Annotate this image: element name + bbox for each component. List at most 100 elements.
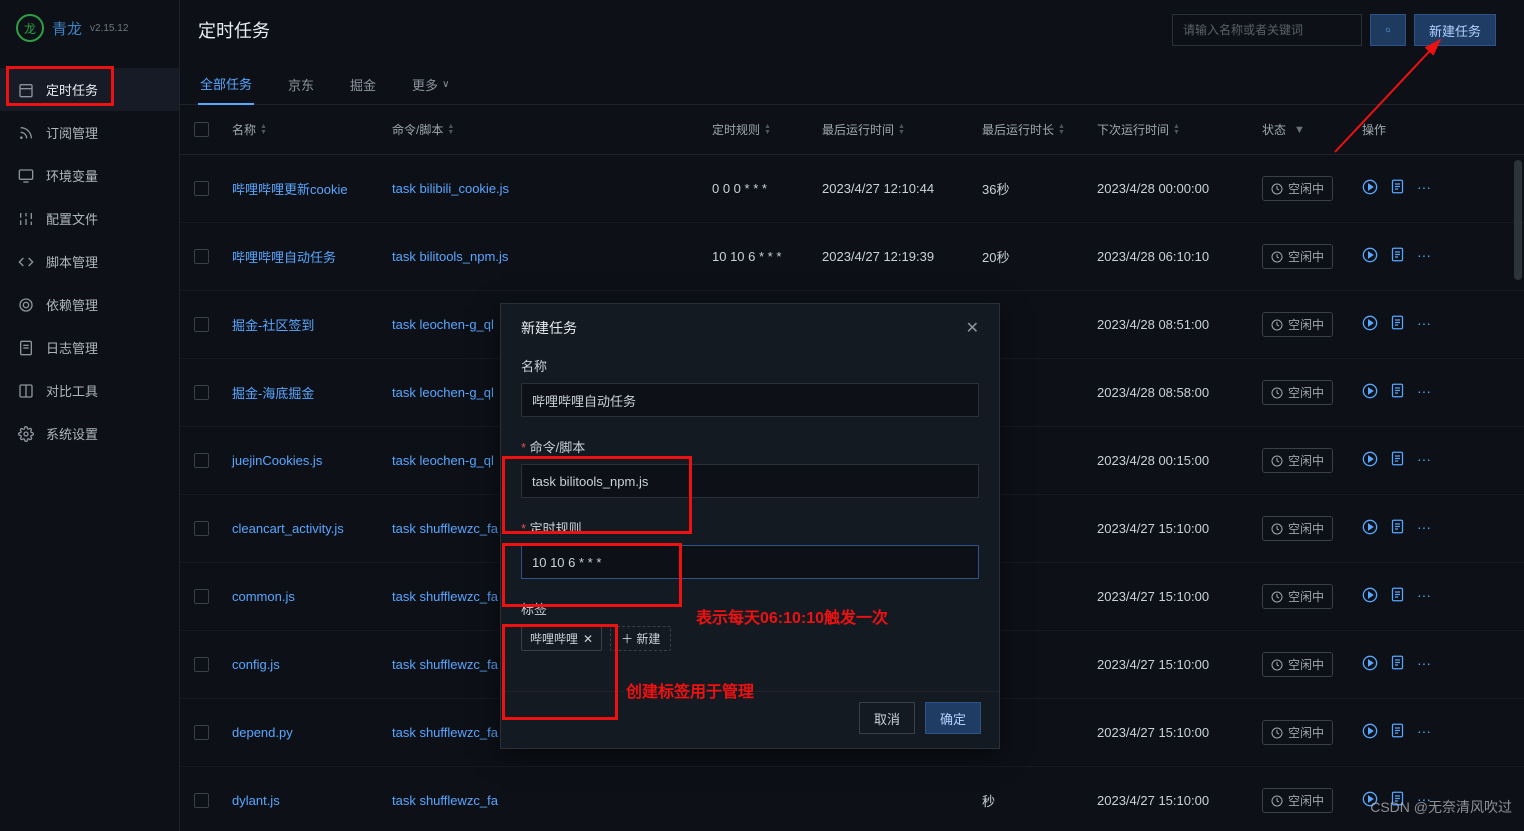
sidebar-item-rss[interactable]: 订阅管理 [0,111,179,154]
task-cmd-link[interactable]: task bilitools_npm.js [392,249,712,264]
cron-label: 定时规则 [521,518,979,537]
new-task-button[interactable]: 新建任务 [1414,14,1496,46]
scrollbar[interactable] [1514,160,1524,800]
run-icon[interactable] [1362,723,1378,742]
sort-icon[interactable]: ▲▼ [1058,124,1065,136]
sort-icon[interactable]: ▲▼ [260,124,267,136]
task-name-link[interactable]: 掘金-海底掘金 [232,383,392,402]
tab-全部任务[interactable]: 全部任务 [198,64,254,105]
sidebar-item-settings[interactable]: 系统设置 [0,412,179,455]
row-checkbox[interactable] [194,589,209,604]
log-icon[interactable] [1390,247,1405,266]
sort-icon[interactable]: ▲▼ [764,124,771,136]
task-name-link[interactable]: config.js [232,657,392,672]
log-icon[interactable] [1390,655,1405,674]
more-icon[interactable]: ··· [1417,519,1431,538]
run-icon[interactable] [1362,315,1378,334]
run-icon[interactable] [1362,247,1378,266]
sort-icon[interactable]: ▲▼ [898,124,905,136]
sidebar-item-sliders[interactable]: 配置文件 [0,197,179,240]
tab-掘金[interactable]: 掘金 [348,64,378,104]
search-input[interactable] [1172,14,1362,46]
run-icon[interactable] [1362,519,1378,538]
filter-icon[interactable]: ▼ [1294,124,1305,136]
cron-input[interactable] [521,545,979,579]
sidebar-item-calendar[interactable]: 定时任务 [0,68,179,111]
row-checkbox[interactable] [194,725,209,740]
sidebar-item-file-text[interactable]: 日志管理 [0,326,179,369]
run-icon[interactable] [1362,655,1378,674]
row-checkbox[interactable] [194,181,209,196]
tags-label: 标签 [521,599,979,618]
run-icon[interactable] [1362,383,1378,402]
more-icon[interactable]: ··· [1417,451,1431,470]
rss-icon [18,125,34,141]
row-checkbox[interactable] [194,521,209,536]
cron-cell: 10 10 6 * * * [712,249,822,264]
log-icon[interactable] [1390,179,1405,198]
tab-更多[interactable]: 更多 ∨ [410,64,451,104]
more-icon[interactable]: ··· [1417,247,1431,266]
row-checkbox[interactable] [194,249,209,264]
run-icon[interactable] [1362,179,1378,198]
select-all-checkbox[interactable] [194,122,209,137]
task-name-link[interactable]: cleancart_activity.js [232,521,392,536]
more-icon[interactable]: ··· [1417,315,1431,334]
row-actions: ··· [1362,723,1472,742]
more-icon[interactable]: ··· [1417,587,1431,606]
task-cmd-link[interactable]: task shufflewzc_fa [392,793,712,808]
search-button[interactable] [1370,14,1406,46]
row-checkbox[interactable] [194,453,209,468]
task-name-link[interactable]: 掘金-社区签到 [232,315,392,334]
tag-chip[interactable]: 哔哩哔哩✕ [521,626,602,651]
task-name-link[interactable]: dylant.js [232,793,392,808]
log-icon[interactable] [1390,315,1405,334]
cmd-input[interactable] [521,464,979,498]
add-tag-button[interactable]: ＋ 新建 [610,626,671,651]
sidebar-item-package[interactable]: 依赖管理 [0,283,179,326]
more-icon[interactable]: ··· [1417,383,1431,402]
more-icon[interactable]: ··· [1417,655,1431,674]
log-icon[interactable] [1390,587,1405,606]
sidebar-item-columns[interactable]: 对比工具 [0,369,179,412]
run-icon[interactable] [1362,451,1378,470]
tab-京东[interactable]: 京东 [286,64,316,104]
log-icon[interactable] [1390,383,1405,402]
next-run-cell: 2023/4/27 15:10:00 [1097,589,1262,604]
row-actions: ··· [1362,519,1472,538]
cancel-button[interactable]: 取消 [859,702,915,734]
confirm-button[interactable]: 确定 [925,702,981,734]
sort-icon[interactable]: ▲▼ [1173,124,1180,136]
task-name-link[interactable]: juejinCookies.js [232,453,392,468]
status-badge: 空闲中 [1262,516,1333,541]
name-input[interactable] [521,383,979,417]
sidebar-item-code[interactable]: 脚本管理 [0,240,179,283]
next-run-cell: 2023/4/27 15:10:00 [1097,793,1262,808]
log-icon[interactable] [1390,451,1405,470]
row-actions: ··· [1362,451,1472,470]
next-run-cell: 2023/4/28 06:10:10 [1097,249,1262,264]
task-name-link[interactable]: 哔哩哔哩更新cookie [232,179,392,198]
new-task-modal: 新建任务 ✕ 名称 命令/脚本 定时规则 标签 哔哩哔哩✕ ＋ 新建 取消 确定 [500,303,1000,749]
task-name-link[interactable]: common.js [232,589,392,604]
more-icon[interactable]: ··· [1417,723,1431,742]
search-icon [1385,23,1391,37]
log-icon[interactable] [1390,723,1405,742]
clock-icon [1271,659,1283,671]
task-name-link[interactable]: 哔哩哔哩自动任务 [232,247,392,266]
tag-remove-icon[interactable]: ✕ [583,632,593,646]
task-cmd-link[interactable]: task bilibili_cookie.js [392,181,712,196]
log-icon[interactable] [1390,519,1405,538]
row-checkbox[interactable] [194,317,209,332]
next-run-cell: 2023/4/28 00:15:00 [1097,453,1262,468]
task-name-link[interactable]: depend.py [232,725,392,740]
run-icon[interactable] [1362,587,1378,606]
row-checkbox[interactable] [194,657,209,672]
next-run-cell: 2023/4/27 15:10:00 [1097,657,1262,672]
row-checkbox[interactable] [194,385,209,400]
sort-icon[interactable]: ▲▼ [447,124,454,136]
sidebar-item-monitor[interactable]: 环境变量 [0,154,179,197]
row-checkbox[interactable] [194,793,209,808]
close-icon[interactable]: ✕ [966,318,979,338]
more-icon[interactable]: ··· [1417,179,1431,198]
